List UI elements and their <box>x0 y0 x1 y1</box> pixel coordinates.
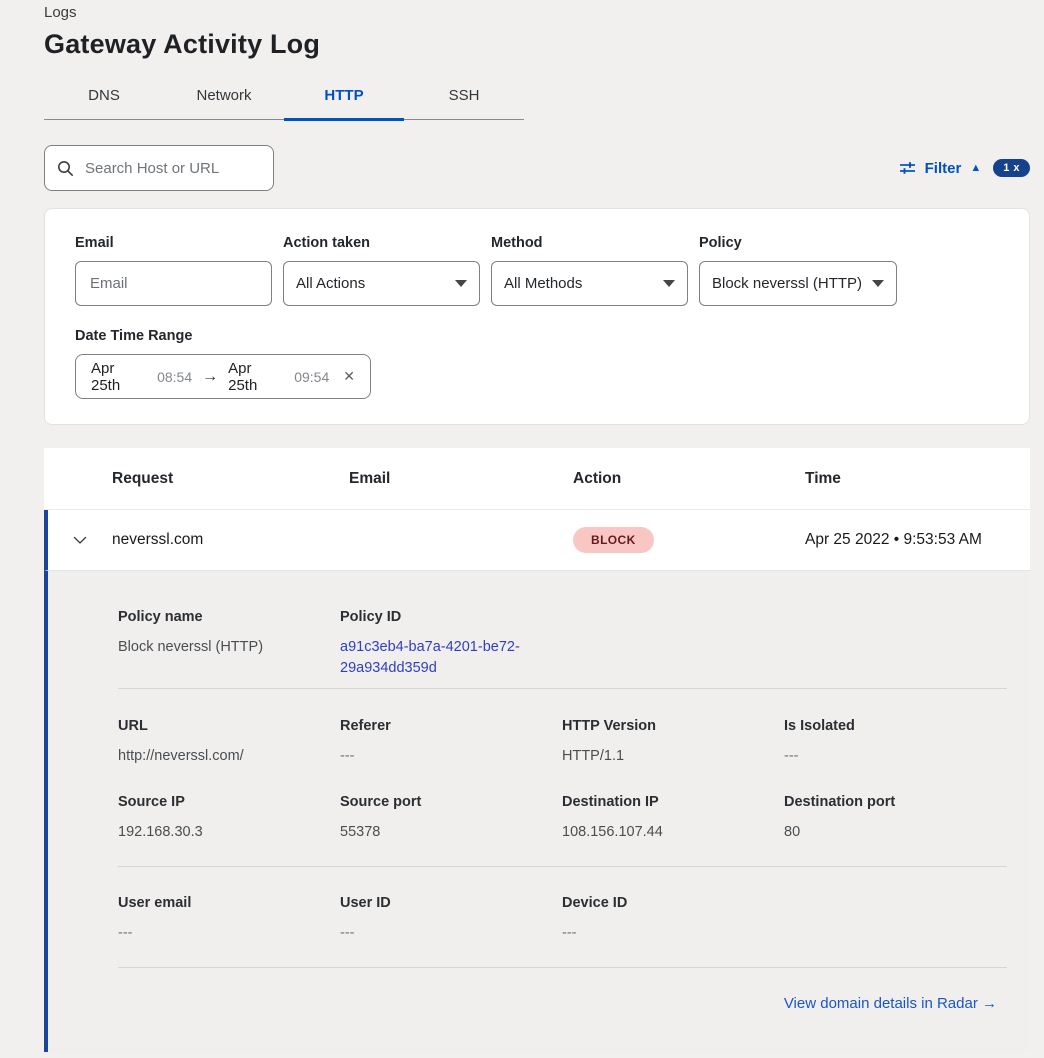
column-header-time: Time <box>805 470 1030 488</box>
detail-policy-id: Policy ID a91c3eb4-ba7a-4201-be72-29a934… <box>340 609 562 679</box>
search-input[interactable] <box>83 159 261 178</box>
chevron-down-icon <box>872 280 884 287</box>
detail-source-ip: Source IP 192.168.30.3 <box>118 794 340 843</box>
detail-source-port: Source port 55378 <box>340 794 562 843</box>
breadcrumb[interactable]: Logs <box>44 4 1044 21</box>
collapse-row-button[interactable] <box>73 536 87 545</box>
tab-ssh[interactable]: SSH <box>404 87 524 119</box>
email-filter-input[interactable] <box>88 274 259 293</box>
filter-sliders-icon <box>899 160 916 176</box>
action-taken-selected-value: All Actions <box>296 275 365 292</box>
column-header-action: Action <box>573 470 805 488</box>
radar-details-link[interactable]: View domain details in Radar → <box>784 995 997 1012</box>
tab-http[interactable]: HTTP <box>284 87 404 119</box>
caret-up-icon: ▲ <box>970 163 981 174</box>
method-selected-value: All Methods <box>504 275 582 292</box>
filter-label: Filter <box>925 160 962 177</box>
method-select[interactable]: All Methods <box>491 261 688 306</box>
arrow-right-icon: → <box>982 995 997 1012</box>
page-title: Gateway Activity Log <box>44 29 1044 60</box>
table-header-row: Request Email Action Time <box>44 448 1030 510</box>
divider <box>118 866 1007 867</box>
method-filter-label: Method <box>491 235 688 251</box>
filter-panel: Email Action taken Method Policy All Act… <box>44 208 1030 425</box>
row-request-host: neverssl.com <box>112 531 349 549</box>
end-time: 09:54 <box>294 369 329 385</box>
policy-selected-value: Block neverssl (HTTP) <box>712 275 862 292</box>
detail-destination-port: Destination port 80 <box>784 794 1006 843</box>
email-filter-label: Email <box>75 235 272 251</box>
divider <box>118 967 1007 968</box>
detail-destination-ip: Destination IP 108.156.107.44 <box>562 794 784 843</box>
action-block-badge: BLOCK <box>573 527 654 553</box>
start-date: Apr 25th <box>91 360 147 394</box>
tab-network[interactable]: Network <box>164 87 284 119</box>
policy-id-link[interactable]: a91c3eb4-ba7a-4201-be72-29a934dd359d <box>340 637 530 679</box>
divider <box>118 688 1007 689</box>
detail-user-email: User email --- <box>118 895 340 944</box>
date-range-label: Date Time Range <box>75 328 999 344</box>
arrow-right-icon: → <box>202 368 218 386</box>
end-date: Apr 25th <box>228 360 284 394</box>
search-icon <box>57 160 74 177</box>
detail-device-id: Device ID --- <box>562 895 784 944</box>
action-taken-filter-label: Action taken <box>283 235 480 251</box>
filter-toggle[interactable]: Filter ▲ 1 x <box>899 159 1030 177</box>
chevron-down-icon <box>73 536 87 545</box>
column-header-email: Email <box>349 470 573 488</box>
clear-date-range-icon[interactable]: ✕ <box>343 368 355 385</box>
email-filter-field <box>75 261 272 306</box>
column-header-request: Request <box>112 470 349 488</box>
table-row[interactable]: neverssl.com BLOCK Apr 25 2022 • 9:53:53… <box>44 510 1030 571</box>
policy-filter-label: Policy <box>699 235 896 251</box>
detail-policy-name: Policy name Block neverssl (HTTP) <box>118 609 340 679</box>
detail-is-isolated: Is Isolated --- <box>784 718 1006 767</box>
action-taken-select[interactable]: All Actions <box>283 261 480 306</box>
row-time: Apr 25 2022 • 9:53:53 AM <box>805 531 1030 549</box>
start-time: 08:54 <box>157 369 192 385</box>
detail-referer: Referer --- <box>340 718 562 767</box>
activity-log-table: Request Email Action Time neverssl.com B… <box>44 448 1030 1052</box>
detail-url: URL http://neverssl.com/ <box>118 718 340 767</box>
log-type-tabs: DNS Network HTTP SSH <box>44 87 524 120</box>
search-filter-row: Filter ▲ 1 x <box>44 145 1030 191</box>
policy-select[interactable]: Block neverssl (HTTP) <box>699 261 897 306</box>
detail-http-version: HTTP Version HTTP/1.1 <box>562 718 784 767</box>
date-range-picker[interactable]: Apr 25th 08:54 → Apr 25th 09:54 ✕ <box>75 354 371 399</box>
expanded-row-details: Policy name Block neverssl (HTTP) Policy… <box>44 571 1030 1052</box>
detail-user-id: User ID --- <box>340 895 562 944</box>
chevron-down-icon <box>663 280 675 287</box>
search-box[interactable] <box>44 145 274 191</box>
chevron-down-icon <box>455 280 467 287</box>
filter-count-badge: 1 x <box>993 159 1030 177</box>
tab-dns[interactable]: DNS <box>44 87 164 119</box>
